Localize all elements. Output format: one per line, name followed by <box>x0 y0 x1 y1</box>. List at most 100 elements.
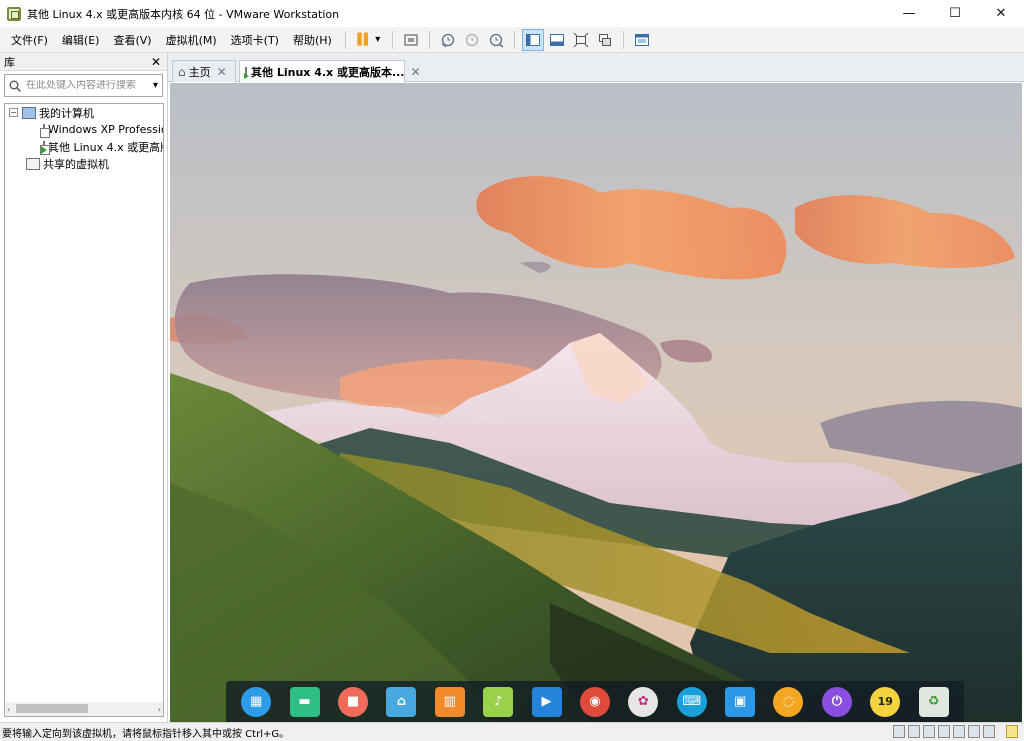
running-vm-icon <box>40 140 50 155</box>
unity-icon <box>598 33 611 46</box>
library-search-box[interactable]: ▾ <box>4 74 163 97</box>
revert-snapshot-button[interactable] <box>461 29 483 51</box>
trash-icon[interactable]: ♻ <box>918 686 949 717</box>
vm-display[interactable]: ▦ ▬ ■ ⌂ ▥ ♪ ▶ ◉ ✿ ⌨ ▣ ◌ ⏻ 19 ♻ <box>170 83 1022 722</box>
horizontal-scrollbar[interactable]: ‹ › <box>5 702 163 716</box>
toolbar-separator <box>344 30 346 49</box>
tab-bar: ⌂ 主页 ✕ 其他 Linux 4.x 或更高版本... ✕ <box>168 53 1024 83</box>
printer-icon[interactable] <box>953 725 965 738</box>
console-view-button[interactable] <box>631 29 653 51</box>
power-icon[interactable]: ⏻ <box>821 686 852 717</box>
full-screen-icon <box>573 32 589 47</box>
tab-label: 其他 Linux 4.x 或更高版本... <box>251 66 405 79</box>
menu-view[interactable]: 查看(V) <box>106 32 158 48</box>
search-icon <box>9 80 21 92</box>
file-manager-icon[interactable]: ▬ <box>289 686 320 717</box>
status-bar: 要将输入定向到该虚拟机，请将鼠标指针移入其中或按 Ctrl+G。 <box>0 722 1024 741</box>
console-view-icon <box>634 33 649 46</box>
menu-help[interactable]: 帮助(H) <box>286 32 339 48</box>
music-icon[interactable]: ♪ <box>483 686 514 717</box>
library-panel: 库 ✕ ▾ − 我的计算机 Windows XP Professional 其他… <box>0 53 168 722</box>
pause-button[interactable]: ▌▌ ▾ <box>353 29 385 51</box>
keyboard-send-icon <box>404 33 418 46</box>
display-icon[interactable] <box>983 725 995 738</box>
chevron-down-icon: ▾ <box>375 34 381 45</box>
tree-item-label: 共享的虚拟机 <box>43 157 109 171</box>
device-status-icons <box>893 725 1018 738</box>
snapshot-icon <box>441 33 454 47</box>
deepin-store-icon[interactable]: ▥ <box>434 686 465 717</box>
update-icon[interactable]: ◌ <box>773 686 804 717</box>
screen-recorder-icon[interactable]: ■ <box>337 686 368 717</box>
library-view-icon <box>525 33 540 46</box>
thumbnail-bar-button[interactable] <box>546 29 568 51</box>
tree-collapse-toggle[interactable]: − <box>9 108 18 117</box>
tab-label: 主页 <box>188 65 211 79</box>
tree-item-linux-vm[interactable]: 其他 Linux 4.x 或更高版本内核 64 位 <box>5 138 163 155</box>
menu-tabs[interactable]: 选项卡(T) <box>224 32 286 48</box>
launcher-icon[interactable]: ▦ <box>241 686 272 717</box>
unity-mode-button[interactable] <box>594 29 616 51</box>
scroll-right-arrow[interactable]: › <box>158 705 161 714</box>
home-icon: ⌂ <box>178 64 186 79</box>
library-header: 库 ✕ <box>0 53 167 71</box>
scrollbar-thumb[interactable] <box>16 704 88 713</box>
shared-vm-icon <box>26 157 40 170</box>
running-vm-icon <box>244 66 249 79</box>
guest-dock: ▦ ▬ ■ ⌂ ▥ ♪ ▶ ◉ ✿ ⌨ ▣ ◌ ⏻ 19 ♻ <box>226 681 964 722</box>
cd-rom-icon[interactable] <box>908 725 920 738</box>
show-library-button[interactable] <box>521 28 544 51</box>
tree-item-my-computer[interactable]: − 我的计算机 <box>5 104 163 121</box>
network-icon[interactable] <box>923 725 935 738</box>
menu-file[interactable]: 文件(F) <box>4 32 55 48</box>
scroll-left-arrow[interactable]: ‹ <box>7 705 10 714</box>
tab-home[interactable]: ⌂ 主页 ✕ <box>172 60 236 82</box>
chrome-icon[interactable]: ◉ <box>579 686 610 717</box>
message-log-icon[interactable] <box>1006 725 1018 738</box>
library-search-input[interactable] <box>26 80 153 91</box>
hard-disk-icon[interactable] <box>893 725 905 738</box>
snapshot-manager-icon <box>489 33 504 48</box>
clock-icon[interactable]: 19 <box>870 686 901 717</box>
tree-item-label: Windows XP Professional <box>48 123 163 136</box>
menu-vm[interactable]: 虚拟机(M) <box>159 32 224 48</box>
tab-linux-vm[interactable]: 其他 Linux 4.x 或更高版本... ✕ <box>239 60 421 83</box>
snapshot-manager-button[interactable] <box>485 29 507 51</box>
usb-icon[interactable] <box>938 725 950 738</box>
settings-icon[interactable]: ✿ <box>628 686 659 717</box>
tree-item-label: 其他 Linux 4.x 或更高版本内核 64 位 <box>48 140 163 154</box>
vmware-app-icon <box>7 6 21 21</box>
keyboard-icon[interactable]: ⌨ <box>676 686 707 717</box>
tree-item-windows-xp[interactable]: Windows XP Professional <box>5 121 163 138</box>
menu-edit[interactable]: 编辑(E) <box>55 32 107 48</box>
pause-icon: ▌▌ <box>357 33 372 46</box>
maximize-button[interactable]: ☐ <box>932 0 978 27</box>
snapshot-button[interactable] <box>437 29 459 51</box>
tree-item-label: 我的计算机 <box>39 106 94 120</box>
send-ctrl-alt-del-button[interactable] <box>400 29 422 51</box>
toolbar-separator <box>428 30 430 49</box>
status-message: 要将输入定向到该虚拟机，请将鼠标指针移入其中或按 Ctrl+G。 <box>2 728 290 740</box>
library-close-button[interactable]: ✕ <box>151 55 161 69</box>
tree-item-shared-vms[interactable]: 共享的虚拟机 <box>5 155 163 172</box>
desktop-wallpaper <box>170 83 1022 722</box>
vm-tree: − 我的计算机 Windows XP Professional 其他 Linux… <box>4 103 164 717</box>
toolbar-separator <box>513 30 515 49</box>
title-bar: 其他 Linux 4.x 或更高版本内核 64 位 - VMware Works… <box>0 0 1024 27</box>
library-title: 库 <box>4 55 15 69</box>
tab-close-button[interactable]: ✕ <box>217 65 227 79</box>
video-player-icon[interactable]: ▶ <box>531 686 562 717</box>
screenshot-icon[interactable]: ▣ <box>725 686 756 717</box>
window-controls: — ☐ ✕ <box>886 0 1024 27</box>
toolbar-separator <box>622 30 624 49</box>
sound-icon[interactable] <box>968 725 980 738</box>
app-store-icon[interactable]: ⌂ <box>386 686 417 717</box>
close-button[interactable]: ✕ <box>978 0 1024 27</box>
menu-bar: 文件(F) 编辑(E) 查看(V) 虚拟机(M) 选项卡(T) 帮助(H) ▌▌… <box>0 27 1024 53</box>
minimize-button[interactable]: — <box>886 0 932 27</box>
chevron-down-icon[interactable]: ▾ <box>153 80 158 91</box>
vm-icon <box>40 123 50 138</box>
computer-icon <box>22 106 36 119</box>
full-screen-button[interactable] <box>570 29 592 51</box>
tab-close-button[interactable]: ✕ <box>411 65 421 79</box>
